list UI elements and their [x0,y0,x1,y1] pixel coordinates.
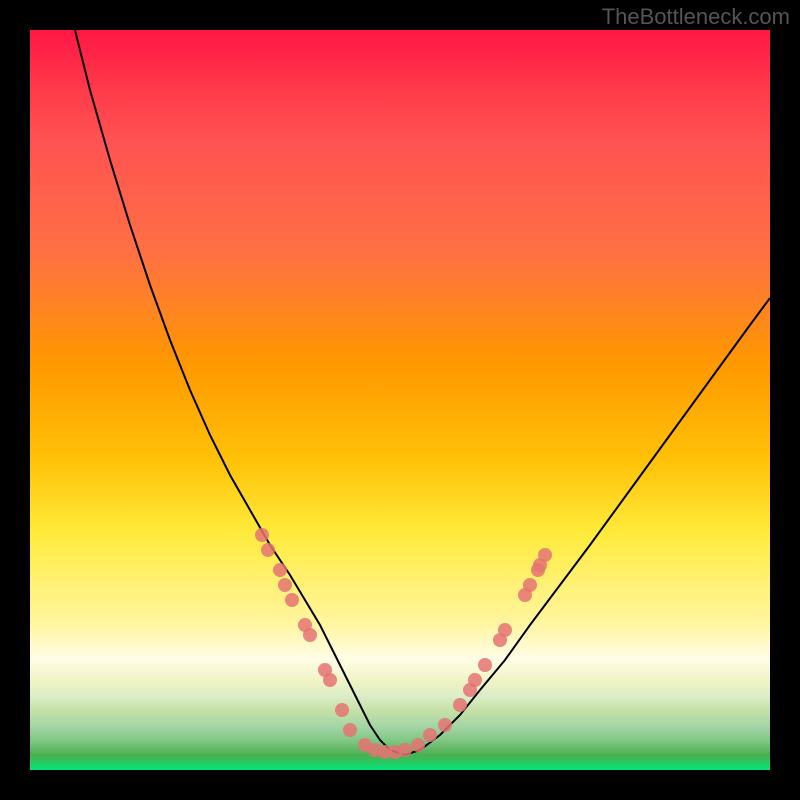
data-point [453,698,467,712]
data-point [323,673,337,687]
data-point [285,593,299,607]
data-point [343,723,357,737]
data-point [335,703,349,717]
data-point [278,578,292,592]
data-point [273,563,287,577]
data-point [303,628,317,642]
data-point [468,673,482,687]
data-point [398,743,412,757]
data-point [478,658,492,672]
data-point [538,548,552,562]
scatter-points-group [255,528,552,759]
data-point [498,623,512,637]
data-point [523,578,537,592]
watermark-text: TheBottleneck.com [602,4,790,30]
bottleneck-curve [75,30,770,755]
data-point [423,728,437,742]
data-point [438,718,452,732]
data-point [411,738,425,752]
curve-svg [30,30,770,770]
data-point [255,528,269,542]
plot-area [30,30,770,770]
data-point [261,543,275,557]
